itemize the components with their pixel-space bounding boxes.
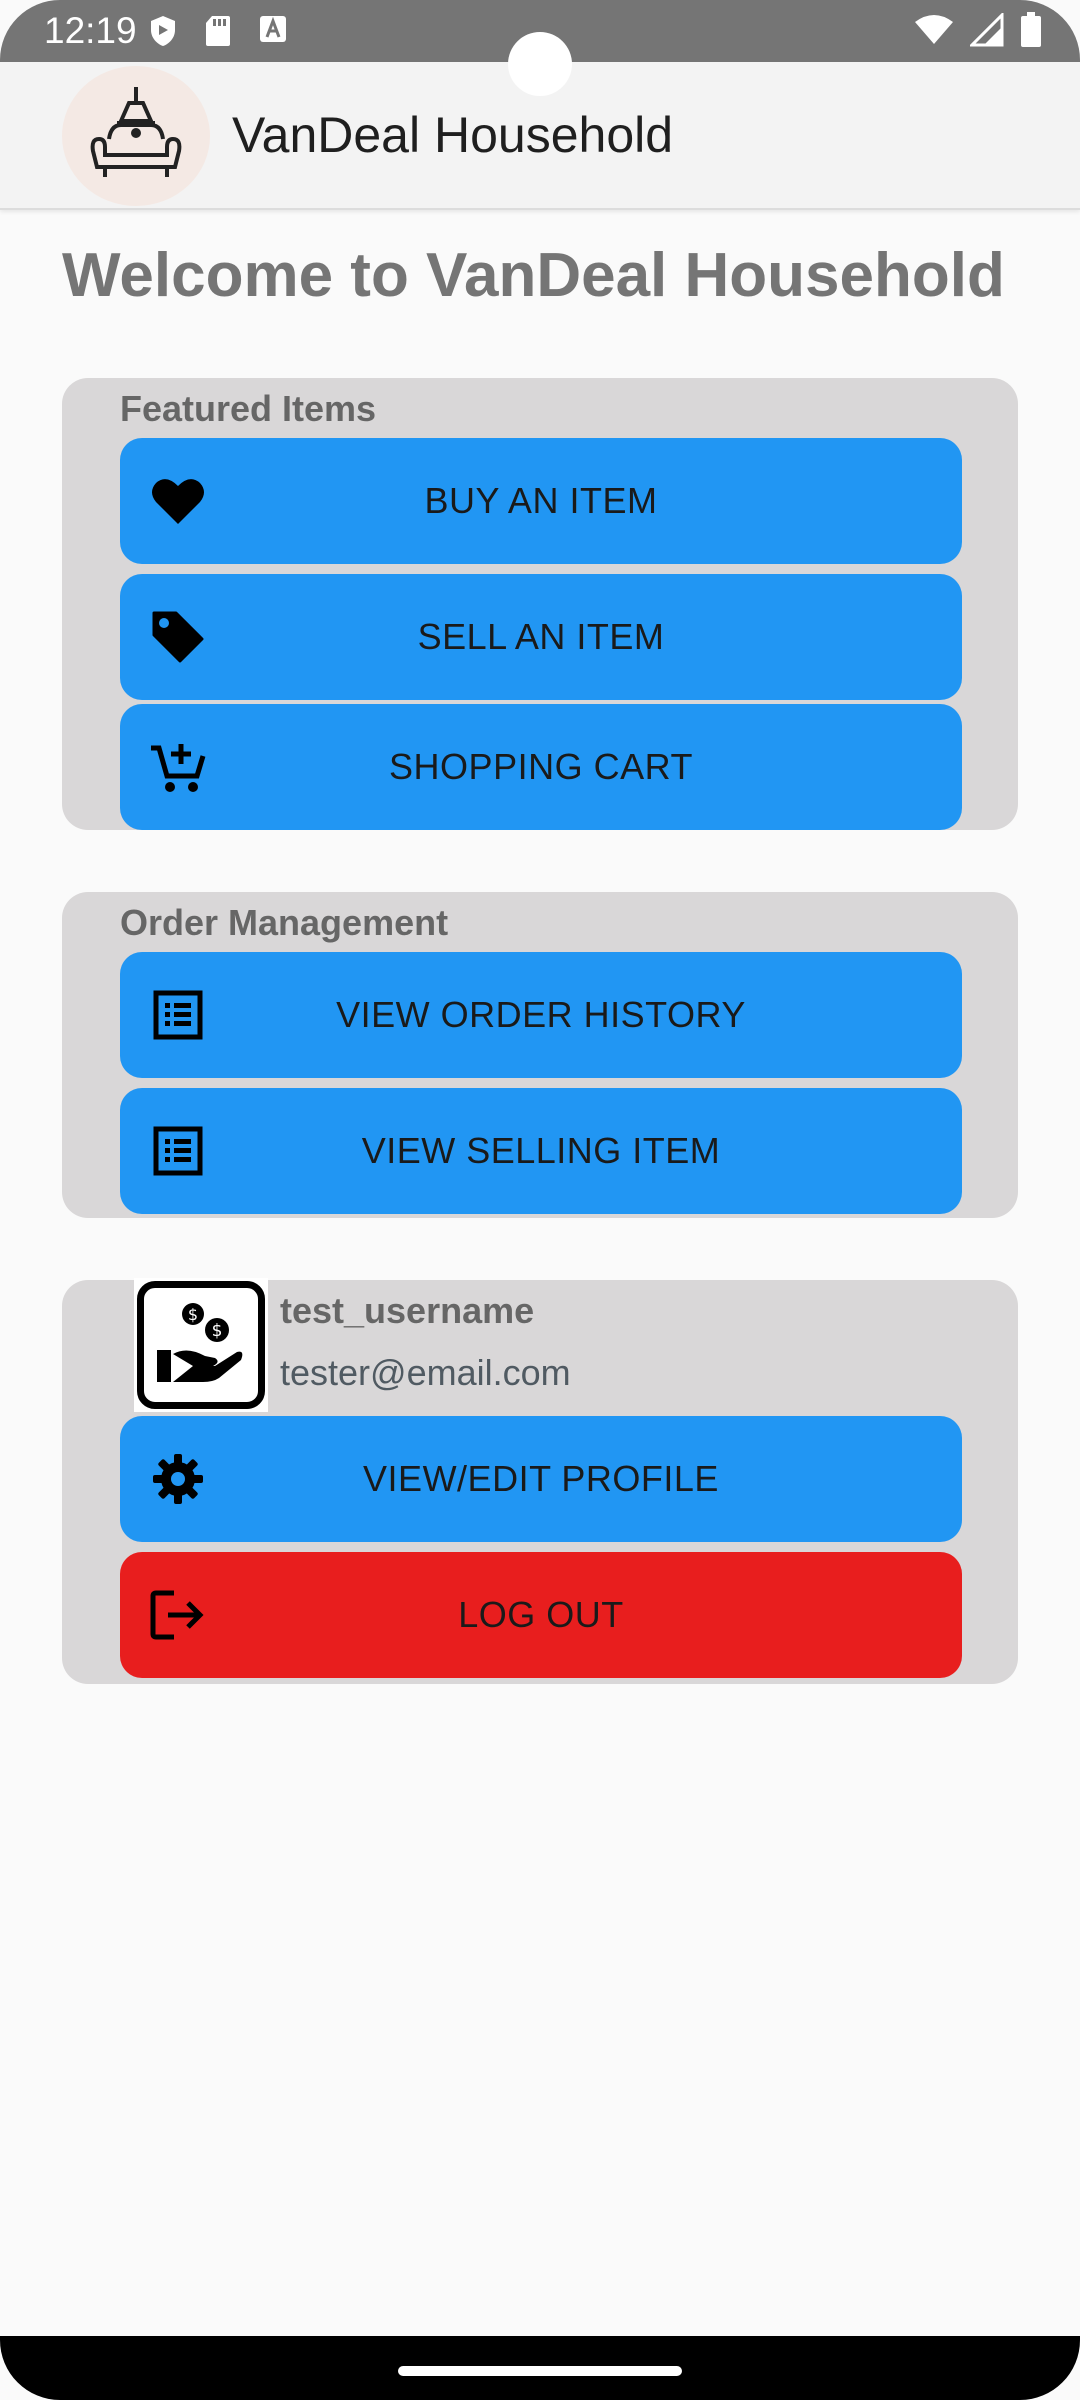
- battery-icon: [1020, 12, 1042, 53]
- signal-icon: [968, 11, 1004, 52]
- buy-item-label: BUY AN ITEM: [424, 480, 658, 521]
- logout-icon: [148, 1585, 208, 1645]
- avatar: $ $: [134, 1278, 268, 1412]
- text-a-icon: [258, 14, 288, 53]
- heart-icon: [148, 471, 208, 531]
- wifi-icon: [914, 14, 954, 51]
- username: test_username: [280, 1290, 535, 1331]
- view-order-history-label: VIEW ORDER HISTORY: [336, 994, 746, 1035]
- add-cart-icon: [148, 737, 208, 797]
- svg-text:$: $: [188, 1305, 198, 1324]
- logout-button[interactable]: LOG OUT: [120, 1552, 962, 1678]
- lamp-sofa-logo: [62, 66, 210, 206]
- gear-icon: [148, 1449, 208, 1509]
- view-edit-profile-label: VIEW/EDIT PROFILE: [363, 1458, 719, 1499]
- svg-text:$: $: [212, 1321, 223, 1341]
- tag-icon: [148, 607, 208, 667]
- status-time: 12:19: [44, 10, 137, 51]
- buy-item-button[interactable]: BUY AN ITEM: [120, 438, 962, 564]
- list-icon: [148, 1121, 208, 1181]
- sd-card-icon: [204, 14, 232, 53]
- logout-label: LOG OUT: [458, 1594, 624, 1635]
- card-title-orders: Order Management: [120, 902, 449, 943]
- view-selling-item-button[interactable]: VIEW SELLING ITEM: [120, 1088, 962, 1214]
- status-left-icons: [148, 14, 288, 53]
- list-icon: [148, 985, 208, 1045]
- sell-item-label: SELL AN ITEM: [417, 616, 665, 657]
- shopping-cart-label: SHOPPING CART: [389, 746, 693, 787]
- featured-items-card: Featured Items BUY AN ITEM SELL AN ITEM …: [62, 378, 1018, 830]
- view-edit-profile-button[interactable]: VIEW/EDIT PROFILE: [120, 1416, 962, 1542]
- page-title: Welcome to VanDeal Household: [62, 241, 1005, 310]
- shopping-cart-button[interactable]: SHOPPING CART: [120, 704, 962, 830]
- hand-money-icon: $ $: [137, 1281, 265, 1409]
- view-selling-item-label: VIEW SELLING ITEM: [361, 1130, 721, 1171]
- status-right-icons: [914, 11, 1042, 53]
- home-gesture-handle[interactable]: [398, 2366, 682, 2376]
- order-management-card: Order Management VIEW ORDER HISTORY VIEW…: [62, 892, 1018, 1218]
- camera-cutout: [508, 32, 572, 96]
- sell-item-button[interactable]: SELL AN ITEM: [120, 574, 962, 700]
- shield-icon: [148, 14, 178, 53]
- view-order-history-button[interactable]: VIEW ORDER HISTORY: [120, 952, 962, 1078]
- app-title: VanDeal Household: [232, 107, 674, 163]
- user-email: tester@email.com: [280, 1352, 571, 1393]
- profile-card: $ $ test_username tester@email.com VIEW/…: [62, 1278, 1018, 1684]
- card-title-featured: Featured Items: [120, 388, 377, 429]
